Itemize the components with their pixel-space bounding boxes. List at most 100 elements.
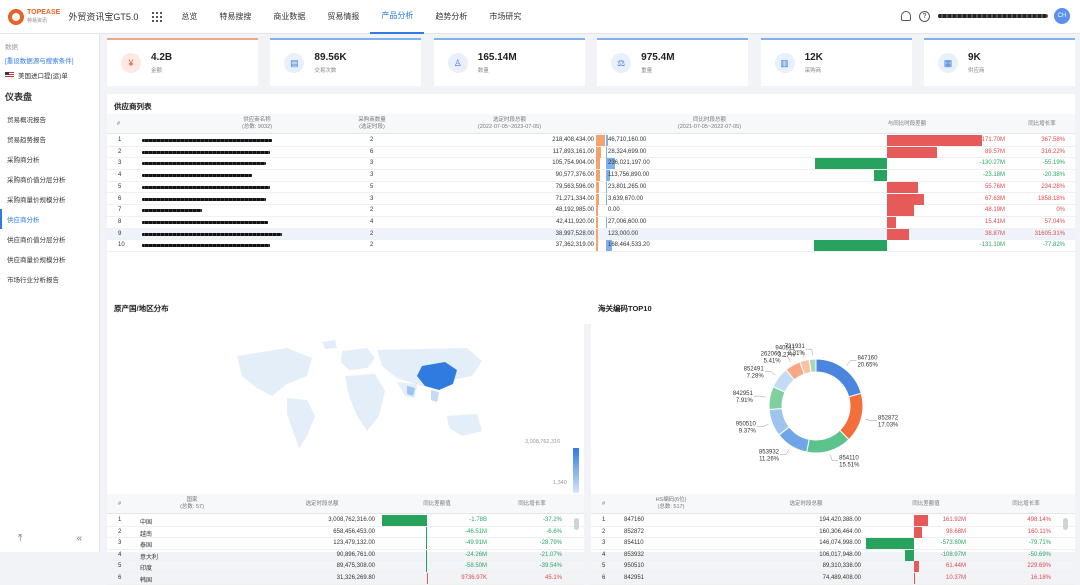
row-index: 1: [118, 137, 121, 143]
table-row[interactable]: 5印度89,475,308.00-58.50M-39.54%: [107, 561, 584, 573]
origin-col-rate[interactable]: 同比增长率: [507, 501, 557, 508]
col-previous-total[interactable]: 同比时段总额(2021-07-05~2022-07-05): [652, 117, 767, 131]
sidebar-item-6[interactable]: 供应商价值分层分析: [0, 229, 99, 249]
sidebar-item-7[interactable]: 供应商量价规模分析: [0, 249, 99, 269]
origin-col-country[interactable]: 国家(总数: 57): [167, 497, 217, 511]
hs-scrollbar[interactable]: [1063, 518, 1068, 530]
col-growth-rate[interactable]: 同比增长率: [1017, 121, 1067, 128]
current-total-bar: [596, 170, 600, 181]
collapse-sidebar-icon[interactable]: «: [76, 533, 82, 544]
table-row[interactable]: 4390,577,376.00113,756,890.00-23.18M-20.…: [107, 170, 1075, 182]
table-row[interactable]: 12218,408,434.0046,710,160.00171.70M367.…: [107, 135, 1075, 147]
supplier-name[interactable]: [142, 186, 270, 189]
nav-item-3[interactable]: 贸易情报: [316, 0, 370, 34]
hs-col-total[interactable]: 选定时段总额: [771, 501, 841, 508]
hs-col-rate[interactable]: 同比增长率: [1001, 501, 1051, 508]
supplier-name[interactable]: [142, 209, 202, 212]
bell-icon[interactable]: [901, 11, 911, 21]
row-index: 4: [118, 172, 121, 178]
col-buyers[interactable]: 采购商数量(选定时段): [342, 117, 402, 131]
back-to-top-icon[interactable]: ⤒: [18, 533, 22, 544]
diff-value: 15.41M: [985, 219, 1005, 225]
donut-slice-847160[interactable]: [816, 359, 861, 397]
supplier-name[interactable]: [142, 221, 268, 224]
table-row[interactable]: 7248,192,985.000.0048.19M0%: [107, 205, 1075, 217]
hs-donut-chart[interactable]: 84716020.65%85287217.03%85411015.51%8539…: [721, 324, 911, 484]
world-map[interactable]: [217, 336, 507, 456]
table-row[interactable]: 1847160194,420,388.00161.92M498.14%: [591, 515, 1075, 527]
stat-card-4[interactable]: ▥12K采购商: [761, 38, 912, 86]
sidebar-item-5[interactable]: 供应商分析: [0, 209, 99, 229]
table-row[interactable]: 6371,271,334.003,639,670.0067.63M1858.18…: [107, 194, 1075, 206]
table-row[interactable]: 3854110146,074,998.00-573.80M-79.71%: [591, 538, 1075, 550]
help-icon[interactable]: ?: [919, 11, 930, 22]
sidebar-item-3[interactable]: 采购商价值分层分析: [0, 169, 99, 189]
hs-col-code[interactable]: HS编码(6位)(总数: 517): [646, 497, 696, 511]
growth-rate: 160.11%: [1028, 529, 1051, 535]
sidebar-item-4[interactable]: 采购商量价规模分析: [0, 189, 99, 209]
sidebar-item-8[interactable]: 市场行业分析报告: [0, 269, 99, 289]
diff-value: 48.19M: [985, 207, 1005, 213]
avatar[interactable]: CH: [1054, 8, 1070, 24]
table-row[interactable]: 9238,997,528.00123,000.0038.87M31605.31%: [107, 229, 1075, 241]
logo[interactable]: TOPEASE 特易资讯: [8, 9, 60, 25]
diff-value: 9736.97K: [461, 575, 487, 581]
period-total: 89,310,338.00: [823, 563, 861, 569]
stat-card-2[interactable]: ♙165.14M数量: [434, 38, 585, 86]
nav-item-6[interactable]: 市场研究: [478, 0, 532, 34]
table-row[interactable]: 3泰国123,479,132.00-49.91M-28.79%: [107, 538, 584, 550]
col-supplier-name[interactable]: 供应商名称(总数: 9032): [207, 117, 307, 131]
table-row[interactable]: 595051089,310,338.0061.44M229.69%: [591, 561, 1075, 573]
growth-rate: 316.22%: [1041, 149, 1065, 155]
table-row[interactable]: 26117,893,161.0028,324,699.0089.57M316.2…: [107, 147, 1075, 159]
table-row[interactable]: 5579,563,596.0023,801,265.0055.76M234.28…: [107, 182, 1075, 194]
origin-scrollbar[interactable]: [574, 518, 579, 530]
col-diff[interactable]: 与同比时段差额: [847, 121, 967, 128]
supplier-name[interactable]: [142, 244, 270, 247]
stat-value: 975.4M: [641, 52, 674, 63]
donut-slice-854110[interactable]: [807, 430, 849, 453]
table-row[interactable]: 684295174,489,408.0010.37M16.18%: [591, 573, 1075, 585]
col-current-total[interactable]: 选定时段总额(2022-07-05~2023-07-05): [452, 117, 567, 131]
supplier-name[interactable]: [142, 162, 266, 165]
row-index: 8: [118, 219, 121, 225]
stat-card-3[interactable]: ⚖975.4M重量: [597, 38, 748, 86]
table-row[interactable]: 33105,754,904.00236,021,197.00-130.27M-5…: [107, 158, 1075, 170]
diff-value: -23.18M: [983, 172, 1005, 178]
hs-col-diff[interactable]: 同比差额值: [896, 501, 956, 508]
sidebar-item-2[interactable]: 采购商分析: [0, 149, 99, 169]
supplier-name[interactable]: [142, 151, 270, 154]
nav-item-1[interactable]: 特易搜搜: [208, 0, 262, 34]
supplier-name[interactable]: [142, 233, 282, 236]
sidebar-item-1[interactable]: 贸易趋势报告: [0, 129, 99, 149]
nav-item-4[interactable]: 产品分析: [370, 0, 424, 34]
stat-value: 4.2B: [151, 52, 172, 63]
stat-card-0[interactable]: ¥4.2B金额: [107, 38, 258, 86]
user-name[interactable]: [938, 14, 1048, 18]
table-row[interactable]: 1中国3,008,762,316.00-1.78B-37.2%: [107, 515, 584, 527]
supplier-name[interactable]: [142, 174, 252, 177]
supplier-name[interactable]: [142, 139, 272, 142]
nav-item-2[interactable]: 商业数据: [262, 0, 316, 34]
sidebar-item-0[interactable]: 贸易概况报告: [0, 109, 99, 129]
stat-card-5[interactable]: ▦9K供应商: [924, 38, 1075, 86]
table-row[interactable]: 2852872160,306,464.0098.68M160.11%: [591, 527, 1075, 539]
stat-card-1[interactable]: ▤89.56K交易次数: [270, 38, 421, 86]
table-row[interactable]: 8442,411,920.0027,006,600.0015.41M57.04%: [107, 217, 1075, 229]
donut-label-code: 847160: [857, 356, 878, 362]
supplier-name[interactable]: [142, 198, 266, 201]
origin-col-total[interactable]: 选定时段总额: [287, 501, 357, 508]
diff-value: 10.37M: [946, 575, 966, 581]
table-row[interactable]: 2越南658,456,453.00-46.51M-6.6%: [107, 527, 584, 539]
reset-source-link[interactable]: [重设数据源与搜索条件]: [5, 55, 99, 65]
app-grid-icon[interactable]: [152, 12, 162, 22]
table-row[interactable]: 6韩国31,326,269.809736.97K45.1%: [107, 573, 584, 585]
buyers-count: 2: [370, 207, 373, 213]
diff-value: 38.87M: [985, 231, 1005, 237]
table-row[interactable]: 10237,362,319.00168,464,533.20-131.10M-7…: [107, 240, 1075, 252]
nav-item-0[interactable]: 总览: [170, 0, 208, 34]
origin-col-diff[interactable]: 同比差额值: [407, 501, 467, 508]
country-source[interactable]: 美国进口提(运)单: [5, 70, 99, 80]
nav-item-5[interactable]: 趋势分析: [424, 0, 478, 34]
donut-slice-852872[interactable]: [840, 393, 863, 439]
